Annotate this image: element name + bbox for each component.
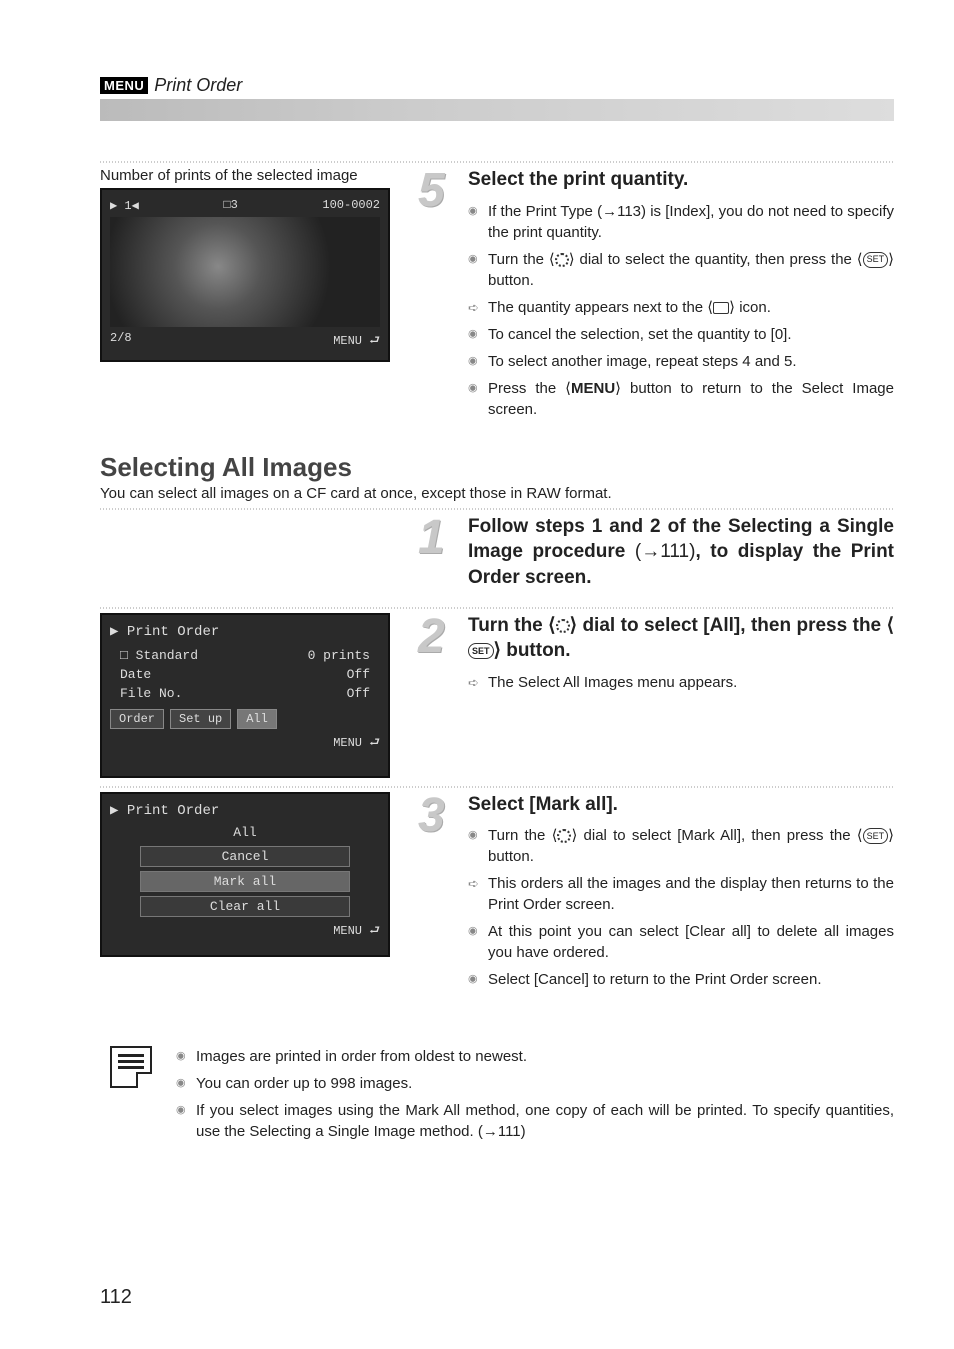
dial-icon [555,253,569,267]
step3-bullet: Turn the ⟨⟩ dial to select [Mark All], t… [468,825,894,867]
cam-date-value: Off [347,667,370,682]
step5-bullet: Press the ⟨MENU⟩ button to return to the… [468,378,894,420]
cam-item-cancel: Cancel [140,846,350,867]
image-caption: Number of prints of the selected image [100,167,390,184]
cam-image-count: 2/8 [110,331,132,352]
step3-heading: Select [Mark all]. [468,792,894,818]
cam-card-indicator: □3 [223,198,237,213]
step5-result: The quantity appears next to the ⟨⟩ icon… [468,297,894,318]
note-icon [110,1046,152,1088]
cam-print-type: □ Standard [120,648,198,663]
cam-menu-title: ▶ Print Order [110,623,380,640]
step2-result: The Select All Images menu appears. [468,672,894,693]
menu-badge: MENU [100,77,148,94]
cam-prints-indicator: ▶ 1◀ [110,198,139,213]
step3-bullet: Select [Cancel] to return to the Print O… [468,969,894,990]
cam-menu-hint: MENU ⮐ [333,331,380,352]
cam-fileno-label: File No. [120,686,182,701]
cam-fileno-value: Off [347,686,370,701]
cam-menu-title: ▶ Print Order [110,802,380,819]
camera-print-order-screen: ▶ Print Order □ Standard 0 prints Date Off… [100,613,390,778]
cam-item-mark-all: Mark all [140,871,350,892]
camera-all-menu-screen: ▶ Print Order All Cancel Mark all Clear … [100,792,390,957]
cam-tab-setup: Set up [170,709,231,729]
step2-heading: Turn the ⟨⟩ dial to select [All], then p… [468,613,894,664]
dial-icon [556,619,570,633]
step3-bullet: At this point you can select [Clear all]… [468,921,894,963]
dial-icon [557,829,571,843]
step5-bullet: Turn the ⟨⟩ dial to select the quantity,… [468,249,894,291]
step3-result: This orders all the images and the displ… [468,873,894,915]
cam-menu-hint: MENU ⮐ [110,921,380,942]
page-number: 112 [100,1286,132,1309]
cam-tab-order: Order [110,709,164,729]
note-item: Images are printed in order from oldest … [176,1046,894,1067]
cam-date-label: Date [120,667,151,682]
cam-print-count: 0 prints [308,648,370,663]
step-number-5: 5 [418,167,462,426]
page-header: MENU Print Order [100,75,894,96]
step-number-2: 2 [418,613,462,699]
section-subtext: You can select all images on a CF card a… [100,485,894,502]
set-button-icon: SET [468,643,494,659]
step5-bullet: To cancel the selection, set the quantit… [468,324,894,345]
section-heading-selecting-all: Selecting All Images [100,452,894,483]
card-icon [713,302,729,314]
header-title: Print Order [154,75,242,96]
step1-heading: Follow steps 1 and 2 of the Selecting a … [468,514,894,591]
step5-bullet: If the Print Type (→113) is [Index], you… [468,201,894,243]
cam-all-heading: All [110,825,380,840]
step-number-1: 1 [418,514,462,599]
cam-image-preview [110,217,380,327]
header-bar [100,99,894,121]
cam-menu-hint: MENU ⮐ [110,733,380,754]
step5-heading: Select the print quantity. [468,167,894,193]
step-number-3: 3 [418,792,462,997]
cam-tab-all: All [237,709,277,729]
note-item: You can order up to 998 images. [176,1073,894,1094]
cam-file-number: 100-0002 [322,198,380,213]
note-item: If you select images using the Mark All … [176,1100,894,1142]
step5-bullet: To select another image, repeat steps 4 … [468,351,894,372]
set-button-icon: SET [863,828,889,844]
cam-item-clear-all: Clear all [140,896,350,917]
camera-preview-screen: ▶ 1◀ □3 100-0002 2/8 MENU ⮐ [100,188,390,362]
notes-box: Images are printed in order from oldest … [100,1046,894,1148]
set-button-icon: SET [863,252,889,268]
